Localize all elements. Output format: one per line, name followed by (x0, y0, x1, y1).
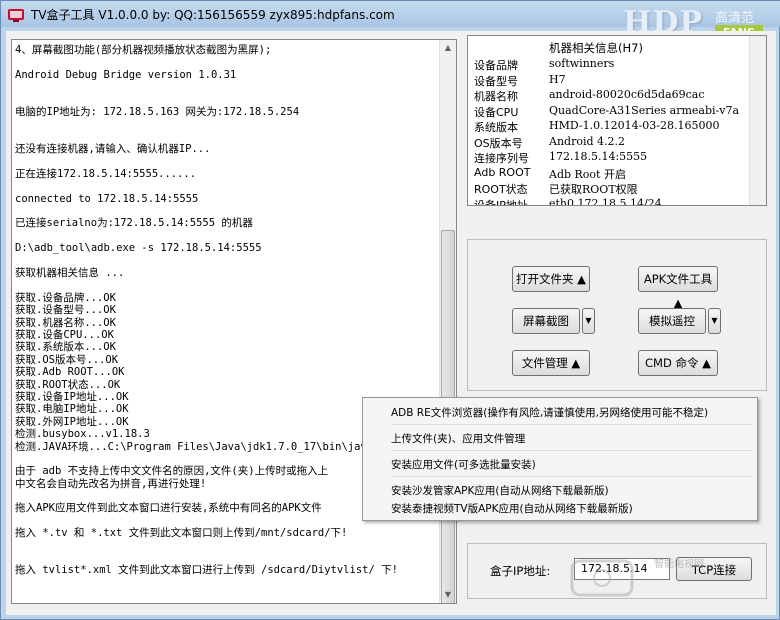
menu-separator (391, 450, 751, 451)
info-value: softwinners (549, 57, 615, 70)
info-key: Adb ROOT (474, 165, 531, 179)
apk-tools-button[interactable]: APK文件工具 ▲ (638, 266, 718, 310)
info-scrollbar[interactable] (749, 36, 766, 205)
log-line: 拖入 *.tv 和 *.txt 文件到此文本窗口则上传到/mnt/sdcard/… (15, 527, 348, 540)
remote-control-button[interactable]: 模拟遥控 (638, 308, 706, 334)
info-key: 设备CPU (474, 105, 519, 119)
info-value: 已获取ROOT权限 (549, 183, 638, 196)
logo-cn: 高清范 (715, 11, 755, 26)
log-line: 拖入 tvlist*.xml 文件到此文本窗口进行上传到 /sdcard/Diy… (15, 564, 398, 577)
info-value: 172.18.5.14:5555 (549, 150, 648, 163)
watermark: 智能电视网 (566, 553, 766, 613)
info-key: 系统版本 (474, 121, 518, 134)
device-info-list[interactable]: 机器相关信息(H7) 设备品牌 softwinners 设备型号 H7 机器名称 andr… (467, 35, 767, 206)
log-line: 已连接serialno为:172.18.5.14:5555 的机器 (15, 217, 253, 230)
screenshot-dropdown-icon[interactable]: ▼ (582, 308, 595, 334)
app-icon (8, 9, 24, 22)
scroll-down-icon[interactable]: ▼ (440, 587, 456, 603)
device-info-header: 机器相关信息(H7) (549, 41, 643, 55)
info-key: ROOT状态 (474, 183, 528, 196)
log-line: 获取.OS版本号...OK (15, 353, 119, 366)
menu-item-adb-re-browser[interactable]: ADB RE文件浏览器(操作有风险,请谨慎使用,另网络使用可能不稳定) (391, 405, 708, 420)
info-key: 机器名称 (474, 90, 518, 103)
file-manage-menu: ADB RE文件浏览器(操作有风险,请谨慎使用,另网络使用可能不稳定) 上传文件… (362, 397, 758, 521)
log-line: 获取.Adb ROOT...OK (15, 366, 125, 379)
log-line: 4、屏幕截图功能(部分机器视频播放状态截图为黑屏); (15, 44, 272, 56)
log-line: connected to 172.18.5.14:5555 (15, 192, 199, 205)
info-row[interactable]: 设备CPU QuadCore-A31Series armeabi-v7a (468, 104, 751, 120)
log-line: 获取机器相关信息 ... (15, 267, 125, 280)
menu-item-upload-files[interactable]: 上传文件(夹)、应用文件管理 (391, 431, 525, 446)
info-key: 连接序列号 (474, 152, 529, 165)
info-row[interactable]: Adb ROOT Adb Root 开启 (468, 166, 751, 182)
info-key: 设备型号 (474, 74, 518, 88)
info-key: OS版本号 (474, 136, 523, 150)
info-row[interactable]: OS版本号 Android 4.2.2 (468, 135, 751, 151)
window-title: TV盒子工具 V1.0.0.0 by: QQ:156156559 zyx895:… (31, 8, 395, 22)
screenshot-button[interactable]: 屏幕截图 (512, 308, 580, 334)
menu-item-install-sofa[interactable]: 安装沙发管家APK应用(自动从网络下载最新版) (391, 483, 609, 498)
log-line: 获取.设备品牌...OK (15, 291, 116, 304)
info-value: eth0 172.18.5.14/24 (549, 196, 662, 206)
info-row[interactable]: 设备型号 H7 (468, 73, 751, 89)
info-row[interactable]: 机器名称 android-80020c6d5da69cac (468, 88, 751, 104)
title-bar[interactable]: TV盒子工具 V1.0.0.0 by: QQ:156156559 zyx895:… (1, 1, 780, 41)
log-line: 获取.机器名称...OK (15, 316, 116, 329)
log-line: D:\adb_tool\adb.exe -s 172.18.5.14:5555 (15, 242, 262, 255)
menu-item-install-taijie[interactable]: 安装泰捷视频TV版APK应用(自动从网络下载最新版) (391, 501, 633, 516)
scroll-up-icon[interactable]: ▲ (440, 40, 456, 56)
info-value: HMD-1.0.12014-03-28.165000 (549, 119, 720, 132)
log-line: 正在连接172.18.5.14:5555...... (15, 167, 197, 180)
info-row[interactable]: 连接序列号 172.18.5.14:5555 (468, 150, 751, 166)
open-folder-button[interactable]: 打开文件夹 ▲ (512, 266, 590, 292)
info-value: Android 4.2.2 (549, 134, 625, 148)
file-manage-button[interactable]: 文件管理 ▲ (512, 350, 590, 376)
menu-separator (391, 424, 751, 425)
info-row[interactable]: 系统版本 HMD-1.0.12014-03-28.165000 (468, 119, 751, 135)
tools-panel: 打开文件夹 ▲ APK文件工具 ▲ 屏幕截图 ▼ 模拟遥控 ▼ 文件管理 ▲ C… (467, 239, 767, 391)
remote-dropdown-icon[interactable]: ▼ (708, 308, 721, 334)
cmd-button[interactable]: CMD 命令 ▲ (638, 350, 718, 376)
tv-watermark-icon (570, 559, 634, 597)
info-row[interactable]: 设备IP地址 eth0 172.18.5.14/24 (468, 196, 751, 206)
log-line: 还没有连接机器,请输入、确认机器IP... (15, 143, 211, 156)
main-window: TV盒子工具 V1.0.0.0 by: QQ:156156559 zyx895:… (0, 0, 780, 620)
log-line: Android Debug Bridge version 1.0.31 (15, 68, 237, 81)
info-value: android-80020c6d5da69cac (549, 88, 705, 101)
menu-item-install-apps[interactable]: 安装应用文件(可多选批量安装) (391, 457, 536, 472)
info-value: Adb Root 开启 (549, 167, 626, 181)
info-row[interactable]: 设备品牌 softwinners (468, 57, 751, 73)
watermark-text: 智能电视网 (654, 559, 704, 570)
ip-label: 盒子IP地址: (490, 564, 551, 578)
log-line: 获取.设备CPU...OK (15, 328, 114, 341)
log-line: 电脑的IP地址为: 172.18.5.163 网关为:172.18.5.254 (15, 105, 300, 118)
log-line: 获取.设备型号...OK (15, 304, 116, 317)
info-key: 设备IP地址 (474, 198, 528, 206)
info-value: H7 (549, 72, 566, 86)
log-line: 获取.系统版本...OK (15, 341, 116, 354)
info-key: 设备品牌 (474, 59, 518, 72)
info-row[interactable]: ROOT状态 已获取ROOT权限 (468, 181, 751, 197)
log-line: 获取.ROOT状态...OK (15, 378, 121, 391)
menu-separator (391, 476, 751, 477)
info-value: QuadCore-A31Series armeabi-v7a (549, 103, 740, 117)
client-area: 4、屏幕截图功能(部分机器视频播放状态截图为黑屏); Android Debug … (6, 31, 776, 615)
